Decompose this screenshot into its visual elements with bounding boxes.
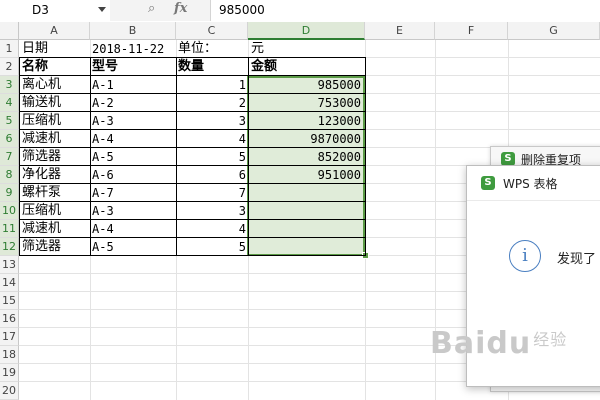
formula-buttons: ⌕ fx: [110, 0, 211, 21]
cell-name[interactable]: 螺杆泵: [22, 184, 90, 202]
cell-amount[interactable]: 951000: [248, 166, 363, 184]
header-model[interactable]: 型号: [92, 58, 176, 76]
cell-amount[interactable]: [248, 238, 363, 256]
header-qty[interactable]: 数量: [178, 58, 248, 76]
watermark-suffix: 经验: [533, 330, 568, 349]
column-header-a[interactable]: A: [19, 22, 90, 40]
cell-name[interactable]: 压缩机: [22, 202, 90, 220]
cell-qty[interactable]: 4: [176, 130, 248, 148]
row-header[interactable]: 12: [0, 238, 19, 256]
cell-model[interactable]: A-5: [92, 238, 176, 256]
row-header[interactable]: 3: [0, 76, 19, 94]
cell-qty[interactable]: 7: [176, 184, 248, 202]
cell-qty[interactable]: 5: [176, 148, 248, 166]
cell-name[interactable]: 筛选器: [22, 148, 90, 166]
row-header[interactable]: 14: [0, 274, 19, 292]
cell-name[interactable]: 离心机: [22, 76, 90, 94]
row-header[interactable]: 7: [0, 148, 19, 166]
cell-qty[interactable]: 3: [176, 112, 248, 130]
cell-qty[interactable]: 4: [176, 220, 248, 238]
watermark-paw: du: [486, 326, 532, 361]
cell-name[interactable]: 减速机: [22, 130, 90, 148]
table-border: [19, 57, 20, 256]
row-header[interactable]: 19: [0, 364, 19, 382]
cell-qty[interactable]: 1: [176, 76, 248, 94]
cell-amount[interactable]: [248, 202, 363, 220]
row-header[interactable]: 6: [0, 130, 19, 148]
row-header[interactable]: 5: [0, 112, 19, 130]
cell-qty[interactable]: 6: [176, 166, 248, 184]
header-amount[interactable]: 金额: [251, 58, 365, 76]
watermark-text: Bai: [430, 326, 487, 361]
cell-name[interactable]: 压缩机: [22, 112, 90, 130]
table-border: [90, 57, 91, 256]
column-header-f[interactable]: F: [435, 22, 508, 40]
wps-sheet-icon: S: [481, 176, 495, 190]
name-box[interactable]: D3: [0, 0, 111, 21]
row-header[interactable]: 10: [0, 202, 19, 220]
row-header[interactable]: 15: [0, 292, 19, 310]
cell-model[interactable]: A-2: [92, 94, 176, 112]
cell-amount[interactable]: 9870000: [248, 130, 363, 148]
function-button[interactable]: fx: [174, 1, 187, 16]
formula-bar: D3 ⌕ fx 985000: [0, 0, 600, 23]
cell-model[interactable]: A-3: [92, 202, 176, 220]
cell-qty[interactable]: 3: [176, 202, 248, 220]
name-box-value: D3: [32, 3, 49, 17]
row-header[interactable]: 9: [0, 184, 19, 202]
cell-model[interactable]: A-6: [92, 166, 176, 184]
cell-amount[interactable]: 852000: [248, 148, 363, 166]
cell-c1[interactable]: 单位：: [178, 40, 248, 58]
row-header[interactable]: 4: [0, 94, 19, 112]
magnifier-icon[interactable]: ⌕: [148, 1, 155, 16]
cell-model[interactable]: A-1: [92, 76, 176, 94]
cell-qty[interactable]: 5: [176, 238, 248, 256]
cell-qty[interactable]: 2: [176, 94, 248, 112]
cell-amount[interactable]: 123000: [248, 112, 363, 130]
formula-input[interactable]: 985000: [219, 3, 265, 17]
row-header[interactable]: 11: [0, 220, 19, 238]
chevron-down-icon[interactable]: [98, 7, 106, 12]
row-header[interactable]: 16: [0, 310, 19, 328]
row-header[interactable]: 18: [0, 346, 19, 364]
cell-name[interactable]: 输送机: [22, 94, 90, 112]
row-header[interactable]: 20: [0, 382, 19, 400]
cell-model[interactable]: A-4: [92, 130, 176, 148]
cell-model[interactable]: A-3: [92, 112, 176, 130]
row-header[interactable]: 13: [0, 256, 19, 274]
cell-amount[interactable]: [248, 220, 363, 238]
column-header-c[interactable]: C: [176, 22, 248, 40]
cell-name[interactable]: 净化器: [22, 166, 90, 184]
cell-model[interactable]: A-7: [92, 184, 176, 202]
column-header-e[interactable]: E: [365, 22, 435, 40]
column-header-g[interactable]: G: [508, 22, 600, 40]
row-header[interactable]: 8: [0, 166, 19, 184]
cell-name[interactable]: 减速机: [22, 220, 90, 238]
cell-d1[interactable]: 元: [251, 40, 365, 58]
row-header[interactable]: 1: [0, 40, 19, 58]
cell-name[interactable]: 筛选器: [22, 238, 90, 256]
row-header[interactable]: 17: [0, 328, 19, 346]
column-header-b[interactable]: B: [90, 22, 176, 40]
cell-amount[interactable]: 985000: [248, 76, 363, 94]
wps-sheet-icon: S: [501, 152, 515, 166]
select-all-corner[interactable]: [0, 22, 19, 40]
cell-amount[interactable]: 753000: [248, 94, 363, 112]
header-name[interactable]: 名称: [22, 58, 90, 76]
dialog-title: WPS 表格: [503, 177, 558, 191]
baidu-watermark: Baidu 经验: [430, 326, 567, 361]
cell-b1[interactable]: 2018-11-22: [92, 40, 176, 58]
table-border: [365, 57, 366, 256]
dialog-header[interactable]: S WPS 表格: [467, 166, 600, 201]
row-header[interactable]: 2: [0, 58, 19, 76]
cell-model[interactable]: A-5: [92, 148, 176, 166]
cell-a1[interactable]: 日期: [22, 40, 90, 58]
info-icon: i: [509, 240, 541, 272]
cell-model[interactable]: A-4: [92, 220, 176, 238]
column-header-d[interactable]: D: [248, 22, 365, 40]
dialog-message: 发现了: [557, 252, 597, 267]
cell-amount[interactable]: [248, 184, 363, 202]
